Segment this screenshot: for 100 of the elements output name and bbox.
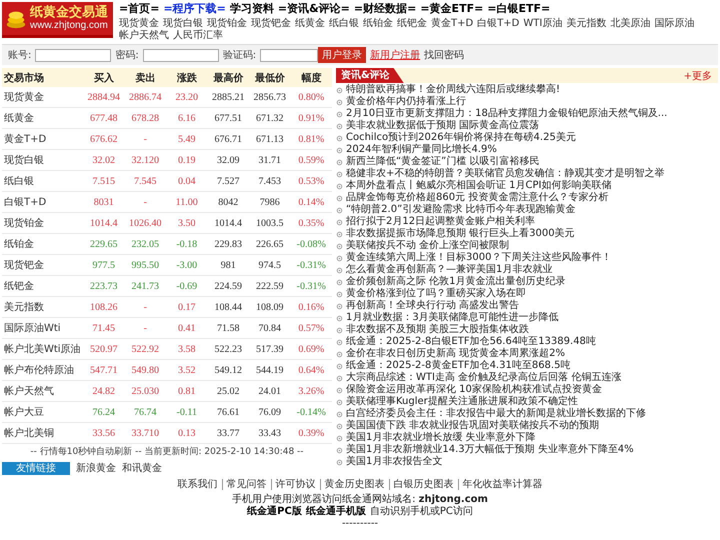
- news-link[interactable]: 非农数据不及预期 美股三大股指集体收跌: [346, 324, 530, 336]
- news-link[interactable]: 大宗商品综述：WTI走高 金价触及纪录高位后回落 伦铜五连涨: [346, 372, 622, 384]
- footer-link[interactable]: 常见问答: [222, 479, 270, 490]
- market-link[interactable]: 现货钯金: [251, 18, 291, 30]
- news-link[interactable]: 白宫经济委员会主任：非农报告中最大的新闻是就业增长数据的下修: [346, 408, 646, 420]
- friend-link[interactable]: 新浪黄金: [76, 461, 116, 475]
- news-link[interactable]: 2024年智利铜产量同比增长4.9%: [346, 144, 497, 156]
- market-link[interactable]: 纸白银: [329, 18, 359, 30]
- market-link[interactable]: 国际原油: [654, 18, 694, 30]
- footer-link[interactable]: 年化收益率计算器: [458, 479, 546, 490]
- bullet-icon: [336, 182, 343, 190]
- nav-link[interactable]: =首页=: [119, 2, 160, 16]
- market-link[interactable]: 北美原油: [610, 18, 650, 30]
- account-field[interactable]: [35, 48, 112, 62]
- news-link[interactable]: 美联储理事Kugler提醒关注通胀进展和政策不确定性: [346, 396, 578, 408]
- market-link[interactable]: 纸铂金: [363, 18, 393, 30]
- news-link[interactable]: 金价频创新高之际 伦敦1月黄金流出量创历史纪录: [346, 276, 566, 288]
- news-link[interactable]: 纸金通：2025-2-8白银ETF加仓56.64吨至13389.48吨: [346, 336, 596, 348]
- news-link[interactable]: 保险资金运用改革再深化 10家保险机构获准试点投资黄金: [346, 384, 602, 396]
- login-button[interactable]: 用户登录: [318, 47, 366, 63]
- footer-link[interactable]: 联系我们: [174, 479, 222, 490]
- news-link[interactable]: 非农数据提振市场降息预期 银行巨头上看3000美元: [346, 228, 575, 240]
- news-link[interactable]: 美联储按兵不动 金价上涨空间被限制: [346, 240, 510, 252]
- table-cell: 2884.94: [83, 87, 124, 108]
- market-link[interactable]: WTI原油: [523, 18, 562, 30]
- news-link[interactable]: 黄金连续第六周上涨！目标3000？下周关注这些风险事件！: [346, 252, 612, 264]
- news-link[interactable]: 再创新高！全球央行行动 高盛发出警告: [346, 300, 520, 312]
- bullet-icon: [336, 218, 343, 226]
- news-link[interactable]: Cochilco预计到2026年铜价将保持在每磅4.25美元: [346, 132, 576, 144]
- bullet-icon: [336, 110, 343, 118]
- dashes: ----------: [342, 518, 378, 529]
- market-link[interactable]: 纸钯金: [397, 18, 427, 30]
- site-logo[interactable]: 纸黄金交易通 www.zhjtong.com: [2, 2, 113, 38]
- news-link[interactable]: 怎么看黄金再创新高？—兼评美国1月非农就业: [346, 264, 552, 276]
- news-link[interactable]: 稳健非农+不稳的特朗普？美联储官员愈发确信：静观其变才是明智之举: [346, 168, 664, 180]
- news-link[interactable]: 品牌金饰每克价格超860元 投资黄金需注意什么？专家分析: [346, 192, 608, 204]
- bullet-icon: [336, 338, 343, 346]
- table-cell: 232.05: [124, 234, 166, 254]
- footer-link[interactable]: 白银历史图表: [388, 479, 458, 490]
- nav-link[interactable]: =资讯&评论=: [278, 2, 350, 16]
- market-link[interactable]: 现货白银: [163, 18, 203, 30]
- table-cell: 25.030: [124, 380, 166, 402]
- news-link[interactable]: 纸金通：2025-2-8黄金ETF加仓4.31吨至868.5吨: [346, 360, 570, 372]
- bullet-icon: [336, 122, 343, 130]
- news-link[interactable]: 美非农就业数据低于预期 国际黄金高位震荡: [346, 120, 540, 132]
- table-cell: 229.83: [208, 234, 249, 254]
- news-link[interactable]: 新西兰降低“黄金签证”门槛 以吸引富裕移民: [346, 156, 540, 168]
- market-link[interactable]: 白银T+D: [477, 18, 520, 30]
- market-link[interactable]: 黄金T+D: [431, 18, 474, 30]
- table-cell: 995.50: [124, 254, 166, 276]
- nav-link[interactable]: =白银ETF=: [487, 2, 550, 16]
- news-link[interactable]: 美国1月非农报告全文: [346, 456, 442, 468]
- recover-password-link[interactable]: 找回密码: [424, 48, 464, 62]
- table-cell: 帐户北美铜: [2, 422, 83, 444]
- news-link[interactable]: 1月就业数据：3月美联储降息可能性进一步降低: [346, 312, 559, 324]
- bullet-icon: [336, 434, 343, 442]
- market-link[interactable]: 人民币汇率: [173, 30, 223, 42]
- footer-link[interactable]: 黄金历史图表: [320, 479, 388, 490]
- more-link[interactable]: +更多: [684, 68, 718, 82]
- news-link[interactable]: 招行拟于2月12日起调整黄金账户相关利率: [346, 216, 536, 228]
- table-cell: 522.23: [208, 338, 249, 360]
- table-cell: 国际原油Wti: [2, 318, 83, 338]
- footer-link[interactable]: 许可协议: [270, 479, 320, 490]
- news-link[interactable]: 美国1月非农新增就业14.3万大幅低于预期 失业率意外下降至4%: [346, 444, 634, 456]
- news-link[interactable]: 金价在非农日创历史新高 现货黄金本周累涨超2%: [346, 348, 566, 360]
- nav-link[interactable]: =财经数据=: [354, 2, 416, 16]
- column-header: 交易市场: [2, 68, 83, 87]
- captcha-field[interactable]: [260, 48, 318, 62]
- news-link[interactable]: 本周外盘看点丨鲍威尔亮相国会听证 1月CPI如何影响美联储: [346, 180, 612, 192]
- table-cell: 7.527: [208, 170, 249, 192]
- market-link[interactable]: 现货黄金: [119, 18, 159, 30]
- news-link[interactable]: 黄金价格涨到位了吗？重磅买家入场在即: [346, 288, 526, 300]
- news-link[interactable]: 2月10日亚市更新支撑阻力：18品种支撑阻力金银铂钯原油天然气铜及...: [346, 108, 668, 120]
- market-link[interactable]: 纸黄金: [295, 18, 325, 30]
- password-field[interactable]: [142, 48, 219, 62]
- market-link[interactable]: 帐户天然气: [119, 30, 169, 42]
- news-link[interactable]: 美国1月非农就业增长放缓 失业率意外下降: [346, 432, 536, 444]
- table-cell: -0.14%: [290, 402, 332, 422]
- table-cell: 676.71: [208, 128, 249, 150]
- friend-link[interactable]: 和讯黄金: [122, 461, 162, 475]
- nav-link[interactable]: 学习资料: [230, 2, 274, 16]
- bullet-icon: [336, 326, 343, 334]
- news-link[interactable]: “特朗普2.0”引发避险需求 比特币今年表现跑输黄金: [346, 204, 576, 216]
- mobile-version-link[interactable]: 纸金通手机版: [306, 506, 366, 518]
- table-cell: 5.49: [166, 128, 208, 150]
- news-link[interactable]: 特朗普欧再搞事！金价周线六连阳后或继续攀高!: [346, 84, 560, 96]
- table-cell: -0.31%: [290, 254, 332, 276]
- news-tab[interactable]: 资讯&评论: [336, 68, 404, 83]
- pc-version-link[interactable]: 纸金通PC版: [247, 506, 302, 518]
- table-cell: 223.73: [83, 276, 124, 296]
- market-link[interactable]: 现货铂金: [207, 18, 247, 30]
- market-link[interactable]: 美元指数: [566, 18, 606, 30]
- table-cell: 0.53%: [290, 170, 332, 192]
- nav-link[interactable]: =程序下载=: [163, 2, 226, 16]
- register-link[interactable]: 新用户注册: [370, 48, 420, 62]
- nav-link[interactable]: =黄金ETF=: [420, 2, 484, 16]
- news-link[interactable]: 黄金价格年内仍持看涨上行: [346, 96, 466, 108]
- news-link[interactable]: 美国国债下跌 非农就业报告巩固对美联储按兵不动的预期: [346, 420, 600, 432]
- table-cell: -0.18: [166, 234, 208, 254]
- bullet-icon: [336, 194, 343, 202]
